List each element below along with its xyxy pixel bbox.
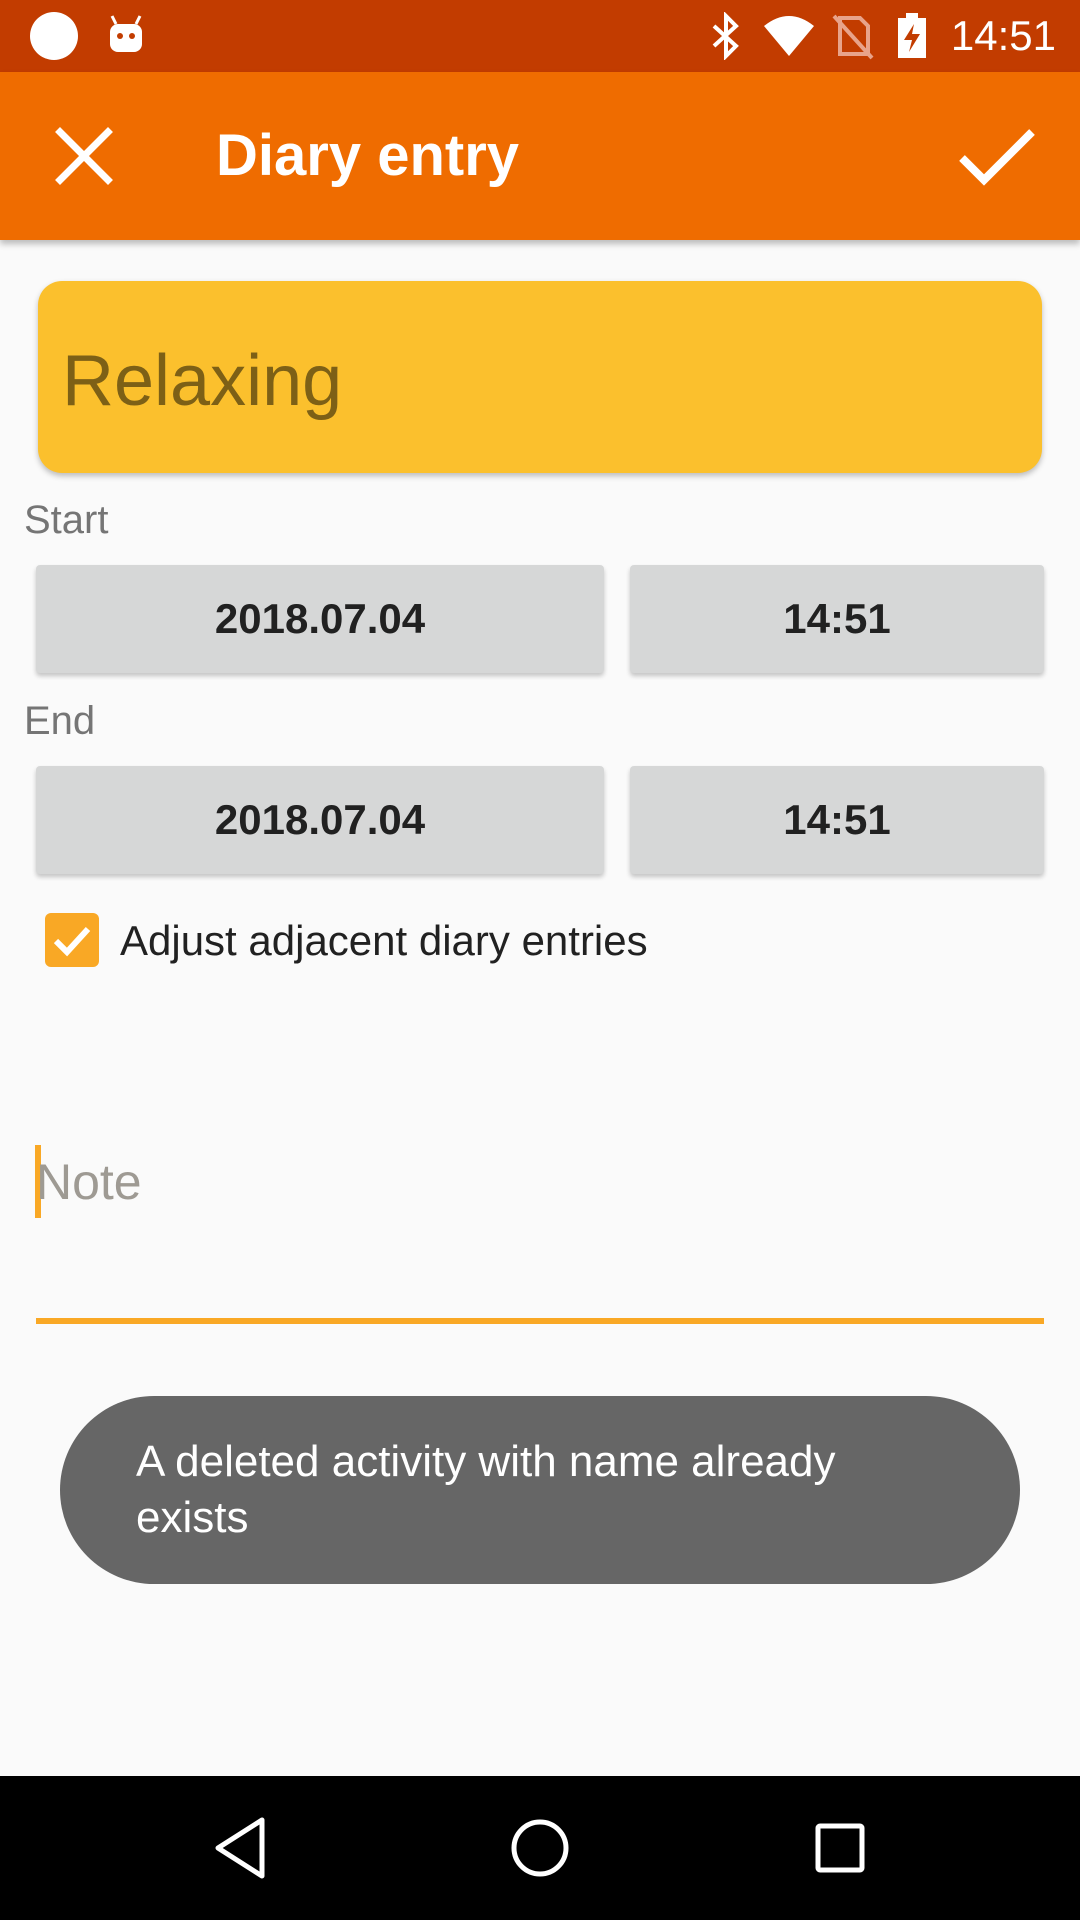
adjust-adjacent-checkbox[interactable] [45,913,99,967]
page-title: Diary entry [216,123,520,188]
recents-icon[interactable] [800,1808,880,1888]
no-sim-icon [832,14,874,60]
checkmark-icon [53,926,91,957]
end-time-button[interactable]: 14:51 [630,766,1044,874]
activity-name: Relaxing [62,341,343,421]
adjust-adjacent-label[interactable]: Adjust adjacent diary entries [120,914,648,968]
status-bar: 14:51 [0,0,1080,72]
toast: A deleted activity with name already exi… [60,1396,1020,1584]
circle-notification-icon [30,12,78,60]
start-date-button[interactable]: 2018.07.04 [36,565,604,673]
battery-charging-icon [898,13,926,58]
status-time: 14:51 [950,12,1056,59]
close-icon[interactable] [36,108,132,204]
check-icon[interactable] [948,108,1044,204]
toast-message: A deleted activity with name already exi… [136,1437,836,1542]
note-input[interactable] [36,1140,1044,1224]
bluetooth-icon [712,12,739,60]
start-time-button[interactable]: 14:51 [630,565,1044,673]
app-bar: Diary entry [0,72,1080,240]
end-date-button[interactable]: 2018.07.04 [36,766,604,874]
wifi-icon [764,16,814,56]
activity-selector[interactable]: Relaxing [38,281,1042,473]
back-icon[interactable] [200,1808,280,1888]
navigation-bar [0,1776,1080,1920]
android-icon [110,15,142,52]
end-label: End [24,699,96,743]
home-icon[interactable] [500,1808,580,1888]
note-underline [36,1318,1044,1324]
start-label: Start [24,498,109,542]
